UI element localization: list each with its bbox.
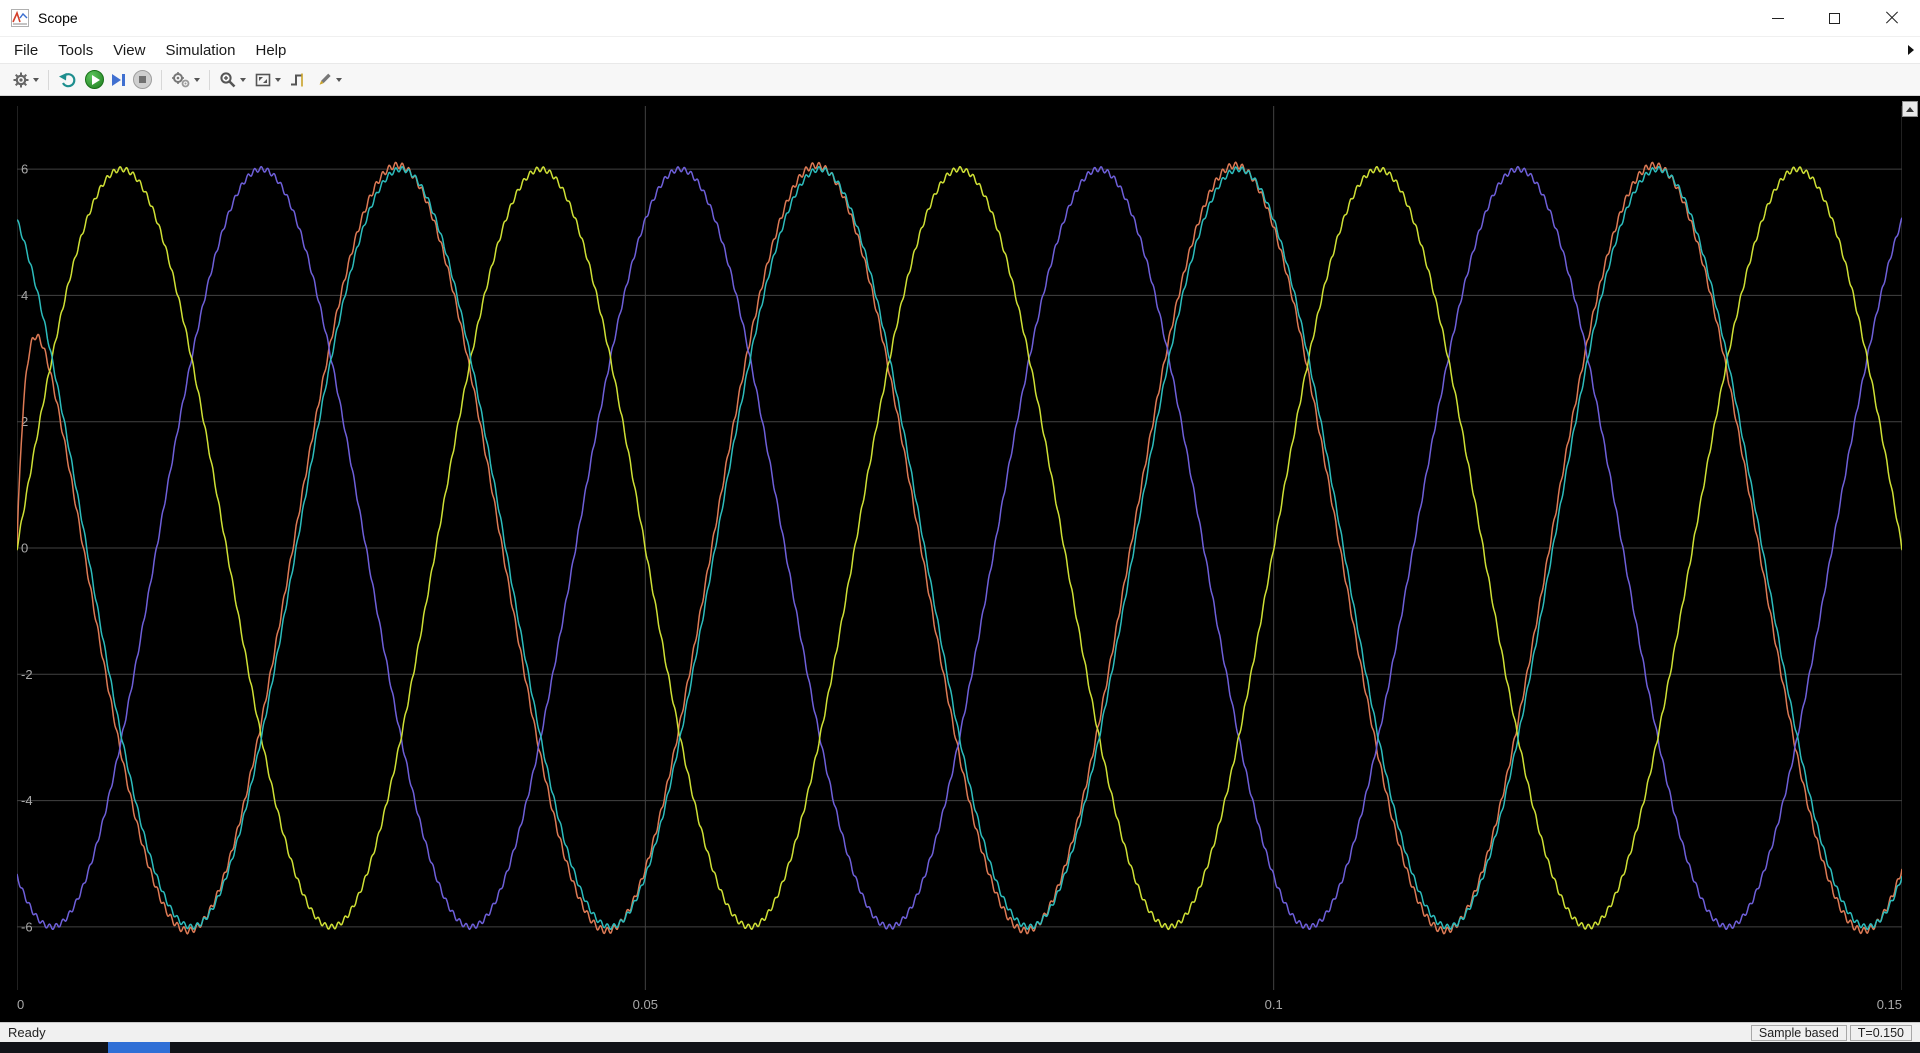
- svg-text:0.1: 0.1: [1265, 997, 1283, 1012]
- taskbar-app-accent[interactable]: [108, 1042, 170, 1053]
- menu-tools[interactable]: Tools: [48, 37, 103, 64]
- status-panels: Sample based T=0.150: [1748, 1024, 1912, 1041]
- menu-simulation[interactable]: Simulation: [155, 37, 245, 64]
- scope-window-icon: [10, 8, 30, 28]
- toolbar-separator: [48, 69, 49, 90]
- minimize-button[interactable]: [1749, 0, 1806, 37]
- triggers-icon: [291, 73, 303, 86]
- menu-view[interactable]: View: [103, 37, 155, 64]
- svg-text:0: 0: [17, 997, 24, 1012]
- step-forward-button[interactable]: [109, 72, 128, 88]
- toolbar-separator: [161, 69, 162, 90]
- menu-overflow-icon[interactable]: [1908, 45, 1914, 55]
- status-text: Ready: [8, 1025, 46, 1040]
- scope-waveform-canvas: -6-4-202460 0.05 0.1 0.15: [17, 106, 1902, 1012]
- close-icon: [1885, 11, 1899, 25]
- window-title: Scope: [38, 10, 78, 26]
- maximize-button[interactable]: [1806, 0, 1863, 37]
- svg-text:0.05: 0.05: [633, 997, 658, 1012]
- measurements-pencil-icon: [319, 73, 331, 85]
- minimize-icon: [1771, 17, 1784, 19]
- chevron-down-icon: [240, 77, 246, 82]
- chevron-down-icon: [194, 77, 200, 82]
- configuration-properties-button[interactable]: [9, 69, 42, 91]
- svg-text:-4: -4: [21, 793, 33, 808]
- svg-text:0.15: 0.15: [1877, 997, 1902, 1012]
- titlebar: Scope: [0, 0, 1920, 37]
- stop-button[interactable]: [130, 68, 155, 91]
- sample-mode-panel: Sample based: [1750, 1024, 1847, 1041]
- scope-toolbar: [0, 64, 1920, 96]
- chevron-down-icon: [275, 77, 281, 82]
- svg-text:-6: -6: [21, 919, 33, 934]
- triggers-button[interactable]: [286, 69, 310, 91]
- step-back-button[interactable]: [55, 69, 80, 91]
- step-back-icon: [59, 72, 76, 87]
- maximize-icon: [1829, 12, 1840, 24]
- zoom-button[interactable]: [216, 69, 249, 91]
- arrow-up-icon: [1906, 106, 1914, 112]
- window-controls: [1749, 0, 1920, 37]
- measurements-button[interactable]: [312, 69, 345, 91]
- chevron-down-icon: [336, 77, 342, 82]
- windows-taskbar-edge[interactable]: [0, 1042, 1920, 1053]
- gears-icon: [172, 71, 190, 87]
- menu-help[interactable]: Help: [246, 37, 297, 64]
- close-button[interactable]: [1863, 0, 1920, 37]
- fit-to-view-button[interactable]: [251, 69, 284, 91]
- sim-time-panel: T=0.150: [1849, 1024, 1912, 1041]
- svg-text:6: 6: [21, 162, 28, 177]
- svg-text:-2: -2: [21, 667, 33, 682]
- svg-text:4: 4: [21, 288, 28, 303]
- statusbar: Ready Sample based T=0.150: [0, 1022, 1920, 1042]
- zoom-icon: [220, 71, 236, 87]
- step-forward-icon: [112, 73, 125, 86]
- stop-icon: [133, 70, 152, 89]
- run-icon: [85, 70, 104, 89]
- fit-to-view-icon: [255, 73, 271, 86]
- scope-plot-area[interactable]: -6 -4 -2 0 2 4 6 0 0.05 0.1 0.15: [0, 96, 1920, 1022]
- menubar: File Tools View Simulation Help: [0, 37, 1920, 64]
- chevron-down-icon: [33, 77, 39, 82]
- run-button[interactable]: [82, 68, 107, 91]
- gear-icon: [13, 72, 29, 87]
- svg-text:0: 0: [21, 541, 28, 556]
- plot-corner-arrow-button[interactable]: [1902, 101, 1918, 117]
- menu-file[interactable]: File: [4, 37, 48, 64]
- toolbar-separator: [209, 69, 210, 90]
- style-settings-button[interactable]: [168, 69, 203, 91]
